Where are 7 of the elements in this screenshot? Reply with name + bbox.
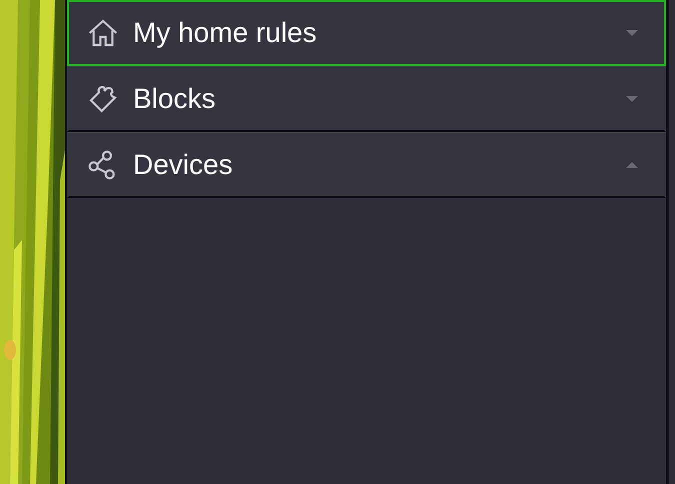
item-label: Blocks: [133, 82, 216, 114]
sidebar-item[interactable]: Blocks: [67, 66, 666, 132]
item-label: Devices: [133, 148, 234, 180]
home-icon: [87, 17, 119, 49]
sidebar-item[interactable]: Devices: [67, 132, 666, 198]
item-label: My home rules: [133, 17, 318, 49]
sidebar-item[interactable]: My home rules: [67, 0, 666, 66]
